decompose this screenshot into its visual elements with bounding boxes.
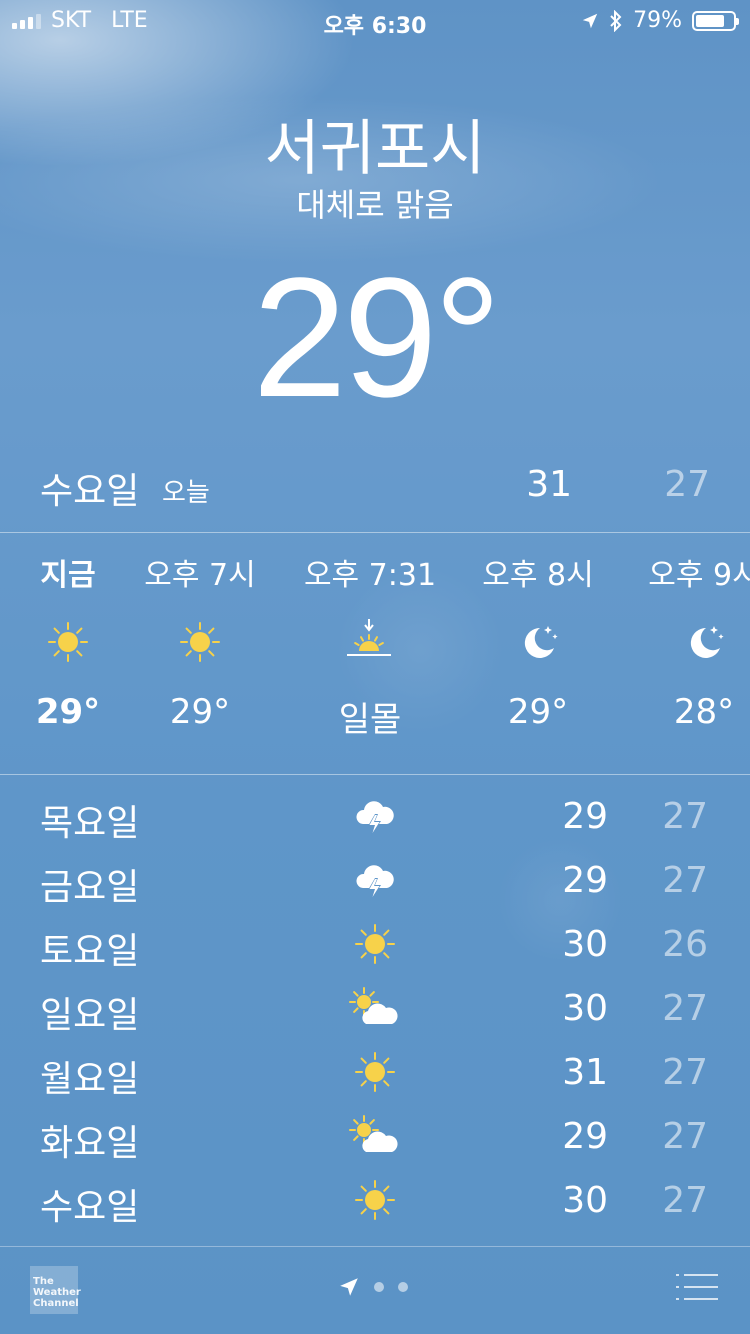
daily-row: 일요일 30 27 [0, 976, 750, 1040]
daily-high: 31 [562, 1052, 608, 1093]
location-arrow-icon [582, 13, 598, 28]
page-indicator[interactable] [338, 1276, 408, 1298]
moon-stars-icon [619, 612, 750, 672]
sunset-icon [285, 612, 455, 672]
partly-cloudy-icon [343, 1108, 407, 1164]
battery-percent: 79% [633, 8, 682, 33]
partly-cloudy-icon [343, 980, 407, 1036]
moon-stars-icon [453, 612, 623, 672]
page-dot [398, 1282, 408, 1292]
thunderstorm-icon [343, 788, 407, 844]
daily-high: 29 [562, 860, 608, 901]
divider-bottom [0, 774, 750, 775]
hourly-temperature: 28° [673, 692, 735, 732]
daily-row: 월요일 31 27 [0, 1040, 750, 1104]
hourly-item: 오후 9시 28° [619, 534, 750, 732]
daily-day: 목요일 [40, 803, 140, 844]
divider-top [0, 532, 750, 533]
hourly-item: 오후 7시 29° [115, 534, 285, 732]
daily-row: 토요일 30 26 [0, 912, 750, 976]
daily-high: 30 [562, 988, 608, 1029]
daily-row: 목요일 29 27 [0, 784, 750, 848]
hourly-item: 오후 8시 29° [453, 534, 623, 732]
daily-low: 26 [662, 924, 708, 965]
daily-day: 수요일 [40, 1187, 140, 1228]
daily-high: 29 [562, 1116, 608, 1157]
hourly-time: 오후 7:31 [303, 558, 437, 593]
daily-low: 27 [662, 1180, 708, 1221]
hourly-temperature: 29° [507, 692, 569, 732]
daily-low: 27 [662, 1116, 708, 1157]
location-page-icon [340, 1278, 358, 1296]
sun-icon [343, 1172, 407, 1228]
today-high: 31 [526, 464, 572, 505]
current-temperature: 29° [252, 243, 501, 433]
hourly-temperature: 29° [169, 692, 231, 732]
hourly-time: 오후 9시 [648, 558, 750, 593]
daily-day: 화요일 [40, 1123, 140, 1164]
hourly-forecast[interactable]: 지금 29° 오후 7시 29° 오후 7:31 일몰 오후 8시 29° 오후 9시 28… [0, 534, 750, 774]
daily-low: 27 [662, 860, 708, 901]
sun-icon [343, 1044, 407, 1100]
city-list-button[interactable] [676, 1274, 718, 1304]
weather-channel-logo[interactable]: The Weather Channel [30, 1266, 81, 1314]
hourly-temperature: 일몰 [338, 700, 402, 740]
daily-high: 30 [562, 1180, 608, 1221]
sun-icon [343, 916, 407, 972]
today-day: 수요일 [40, 471, 140, 512]
hourly-time: 오후 7시 [144, 558, 256, 593]
daily-day: 월요일 [40, 1059, 140, 1100]
today-tag: 오늘 [162, 478, 210, 508]
daily-row: 수요일 30 27 [0, 1168, 750, 1232]
daily-low: 27 [662, 796, 708, 837]
weather-condition: 대체로 맑음 [296, 186, 454, 224]
status-bar: SKT LTE 오후 6:30 79% [0, 0, 750, 40]
daily-high: 29 [562, 796, 608, 837]
daily-low: 27 [662, 1052, 708, 1093]
city-name: 서귀포시 [264, 114, 486, 184]
today-summary: 수요일 오늘 31 27 [40, 458, 710, 518]
sun-icon [115, 612, 285, 672]
daily-day: 일요일 [40, 995, 140, 1036]
bottom-toolbar: The Weather Channel [0, 1246, 750, 1334]
daily-row: 화요일 29 27 [0, 1104, 750, 1168]
hourly-item: 오후 7:31 일몰 [285, 534, 455, 741]
today-low: 27 [664, 464, 710, 505]
page-dot [374, 1282, 384, 1292]
daily-day: 토요일 [40, 931, 140, 972]
daily-day: 금요일 [40, 867, 140, 908]
daily-high: 30 [562, 924, 608, 965]
daily-low: 27 [662, 988, 708, 1029]
battery-icon [692, 10, 739, 31]
thunderstorm-icon [343, 852, 407, 908]
hourly-time: 오후 8시 [482, 558, 594, 593]
bluetooth-icon [610, 9, 622, 32]
daily-row: 금요일 29 27 [0, 848, 750, 912]
